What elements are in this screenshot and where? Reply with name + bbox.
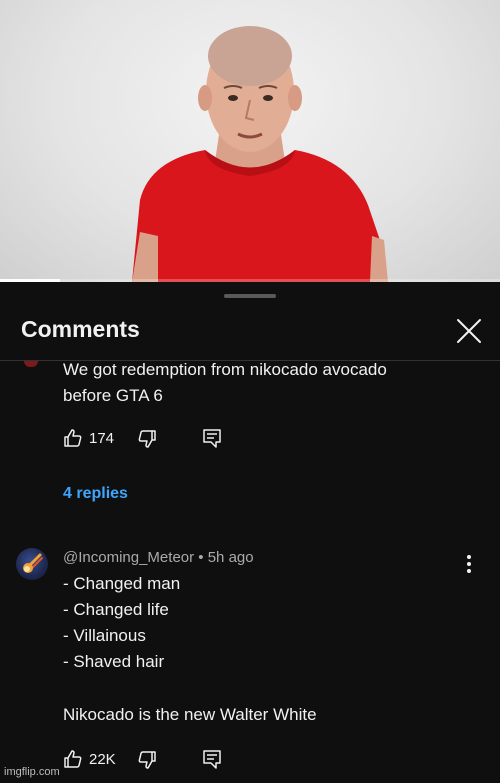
meteor-icon: [23, 553, 43, 573]
avatar[interactable]: [16, 548, 48, 580]
thumbs-up-icon: [64, 429, 82, 447]
dislike-button[interactable]: [137, 750, 157, 770]
dislike-button[interactable]: [137, 429, 157, 449]
drag-handle[interactable]: [224, 294, 276, 298]
thumbs-up-icon: [64, 750, 82, 768]
video-player[interactable]: [0, 0, 500, 282]
video-frame: [132, 26, 388, 282]
view-replies-link[interactable]: 4 replies: [63, 485, 128, 503]
close-button[interactable]: [454, 316, 484, 346]
avatar: [24, 361, 38, 367]
comment-text-line: - Shaved hair: [63, 652, 165, 671]
comment-text-line: - Changed man: [63, 574, 181, 593]
thumbs-down-icon: [138, 430, 156, 448]
reply-button[interactable]: [202, 428, 222, 448]
comment-text-line: Nikocado is the new Walter White: [63, 705, 317, 724]
comment-author[interactable]: @Incoming_Meteor: [63, 549, 194, 566]
comment-time: 5h ago: [207, 549, 254, 566]
meta-separator: •: [198, 549, 208, 566]
like-button[interactable]: 174: [63, 428, 114, 448]
comment-text-line: - Changed life: [63, 600, 169, 619]
close-icon: [457, 319, 481, 343]
reply-icon: [203, 750, 221, 769]
like-count: 22K: [89, 750, 116, 768]
like-count: 174: [89, 429, 115, 447]
more-vert-icon: [467, 555, 471, 573]
more-options-button[interactable]: [462, 554, 476, 574]
reply-icon: [203, 429, 221, 448]
thumbs-down-icon: [138, 751, 156, 769]
watermark: imgflip.com: [4, 766, 60, 778]
comment-text-line: - Villainous: [63, 626, 146, 645]
comments-sheet: Comments We got redemption from nikocado…: [0, 282, 500, 783]
comment-text-line: before GTA 6: [63, 386, 163, 405]
reply-button[interactable]: [202, 749, 222, 769]
comment-meta: @Incoming_Meteor • 5h ago: [63, 549, 254, 566]
comment-text-line: We got redemption from nikocado avocado: [63, 360, 387, 379]
like-button[interactable]: 22K: [63, 749, 116, 769]
sheet-title: Comments: [21, 316, 140, 342]
